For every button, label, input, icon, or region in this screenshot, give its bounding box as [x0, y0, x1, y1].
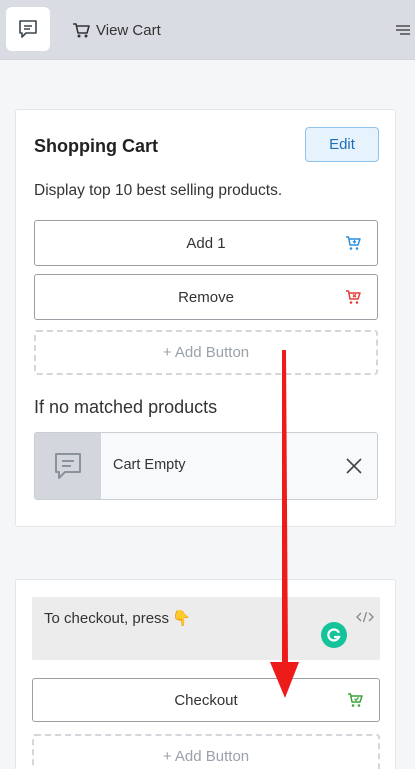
checkout-button[interactable]: Checkout — [32, 678, 380, 722]
grammarly-g-glyph — [327, 628, 341, 642]
close-icon[interactable] — [345, 457, 363, 475]
edit-button[interactable]: Edit — [305, 127, 379, 162]
button-label: Checkout — [174, 691, 238, 709]
add-button[interactable]: + Add Button — [34, 330, 378, 375]
button-label: Add 1 — [186, 234, 226, 252]
remove-button[interactable]: Remove — [34, 274, 378, 320]
card-title: Shopping Cart — [34, 136, 158, 156]
cart-empty-block[interactable]: Cart Empty — [34, 432, 378, 500]
menu-button[interactable] — [395, 22, 411, 38]
grammarly-icon[interactable] — [321, 622, 347, 648]
top-bar: View Cart — [0, 0, 415, 60]
empty-icon-box — [35, 433, 101, 499]
cart-checkout-icon — [348, 693, 363, 707]
cart-icon — [73, 23, 90, 38]
chat-bubble-icon — [19, 20, 37, 38]
menu-lines-icon — [396, 25, 410, 35]
add-1-button[interactable]: Add 1 — [34, 220, 378, 266]
no-match-heading: If no matched products — [34, 397, 218, 417]
text-message: To checkout, press 👇 — [44, 609, 191, 628]
pointing-down-emoji: 👇 — [172, 610, 191, 627]
chat-button[interactable] — [6, 7, 50, 51]
text-message-content: To checkout, press — [44, 609, 170, 627]
header-title-text: View Cart — [96, 21, 161, 39]
code-icon[interactable] — [356, 610, 374, 624]
header-title: View Cart — [72, 19, 161, 41]
shopping-cart-card: Shopping Cart Edit Display top 10 best s… — [15, 109, 396, 527]
button-label: Remove — [178, 288, 234, 306]
cart-empty-label: Cart Empty — [113, 457, 186, 473]
chat-bubble-icon — [55, 453, 81, 479]
add-button[interactable]: + Add Button — [32, 734, 380, 769]
cart-add-icon — [346, 236, 361, 250]
checkout-card: To checkout, press 👇 Checkout + Add Butt… — [15, 579, 396, 769]
cart-remove-icon — [346, 290, 361, 304]
card-description: Display top 10 best selling products. — [34, 182, 283, 199]
